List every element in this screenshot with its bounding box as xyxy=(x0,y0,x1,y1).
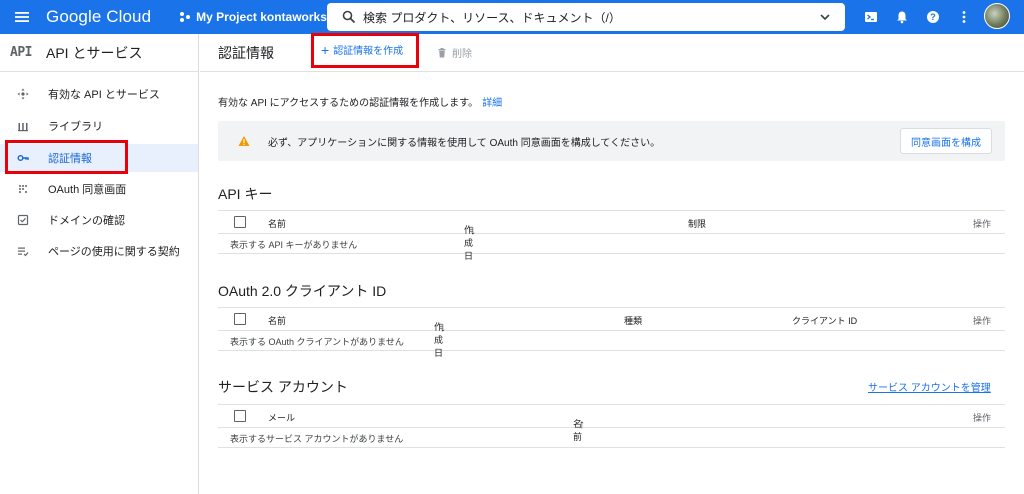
column-type[interactable]: 種類 xyxy=(624,314,642,327)
menu-icon[interactable] xyxy=(0,0,44,34)
delete-button[interactable]: 削除 xyxy=(437,45,472,60)
oauth-icon xyxy=(16,182,30,196)
sidebar-header: API API とサービス xyxy=(0,34,198,72)
arrow-down-icon: ↓ xyxy=(440,320,446,334)
highlight-box xyxy=(311,33,419,68)
project-name: My Project kontaworks xyxy=(196,10,327,24)
domain-check-icon xyxy=(16,213,30,227)
sidebar-item-label: ページの使用に関する契約 xyxy=(48,246,180,258)
main-content: 認証情報 + 認証情報を作成 削除 有効な API にアクセスするための認証情報… xyxy=(200,33,1024,494)
api-logo: API xyxy=(10,45,32,60)
manage-service-accounts-link[interactable]: サービス アカウントを管理 xyxy=(868,379,991,394)
search-bar[interactable]: 検索 プロダクト、リソース、ドキュメント（/） xyxy=(327,3,845,31)
column-actions: 操作 xyxy=(973,413,992,423)
column-restrictions[interactable]: 制限 xyxy=(688,217,706,230)
more-vert-icon[interactable] xyxy=(953,6,975,28)
project-dots-icon xyxy=(180,12,191,22)
warning-icon xyxy=(238,136,250,146)
empty-row: 表示する OAuth クライアントがありません xyxy=(218,331,1005,351)
delete-label: 削除 xyxy=(452,49,472,60)
highlight-box xyxy=(5,140,128,174)
services-icon xyxy=(16,87,30,101)
search-icon xyxy=(342,10,356,24)
project-selector[interactable]: My Project kontaworks xyxy=(179,10,345,24)
section-title-service-accounts: サービス アカウント xyxy=(218,379,348,395)
column-client-id[interactable]: クライアント ID xyxy=(792,314,857,327)
oauth-clients-table: 名前 作成日 ↓ 種類 クライアント ID 操作 表示する OAuth クライアン… xyxy=(218,307,1005,358)
avatar[interactable] xyxy=(984,3,1010,29)
column-actions: 操作 xyxy=(973,316,992,326)
table-header: 名前 作成日 ↓ 種類 クライアント ID 操作 xyxy=(218,307,1005,358)
column-name[interactable]: 名前 xyxy=(268,314,286,327)
empty-row: 表示する API キーがありません xyxy=(218,234,1005,254)
sidebar-item-label: OAuth 同意画面 xyxy=(48,184,127,196)
empty-row: 表示するサービス アカウントがありません xyxy=(218,428,1005,448)
section-title-oauth-clients: OAuth 2.0 クライアント ID xyxy=(218,283,387,299)
sidebar-item-enabled-apis[interactable]: 有効な API とサービス xyxy=(0,80,198,108)
sidebar-item-oauth-consent[interactable]: OAuth 同意画面 xyxy=(0,175,198,203)
select-all-checkbox[interactable] xyxy=(234,313,246,325)
agreement-icon xyxy=(16,244,30,258)
column-actions: 操作 xyxy=(973,219,992,229)
intro-text: 有効な API にアクセスするための認証情報を作成します。 詳細 xyxy=(218,94,502,109)
sidebar-item-library[interactable]: ライブラリ xyxy=(0,112,198,140)
arrow-down-icon: ↓ xyxy=(470,223,476,237)
chevron-down-icon[interactable] xyxy=(819,11,831,23)
sidebar-item-label: ライブラリ xyxy=(48,121,103,133)
arrow-up-icon: ↑ xyxy=(579,417,585,431)
help-icon[interactable]: ? xyxy=(922,6,944,28)
trash-icon xyxy=(438,47,446,57)
sidebar-item-domain-verification[interactable]: ドメインの確認 xyxy=(0,206,198,234)
configure-consent-button[interactable]: 同意画面を構成 xyxy=(900,128,992,154)
column-email[interactable]: メール xyxy=(268,411,295,424)
api-keys-table: 名前 作成日 ↓ 制限 操作 表示する API キーがありません xyxy=(218,210,1005,261)
page-title: 認証情報 xyxy=(218,44,274,61)
select-all-checkbox[interactable] xyxy=(234,410,246,422)
svg-text:?: ? xyxy=(930,12,936,22)
search-input[interactable]: 検索 プロダクト、リソース、ドキュメント（/） xyxy=(363,9,621,26)
terminal-icon[interactable] xyxy=(860,6,882,28)
sidebar-item-label: 有効な API とサービス xyxy=(48,89,160,101)
table-header: メール 名前 ↑ 操作 xyxy=(218,404,1005,442)
table-header: 名前 作成日 ↓ 制限 操作 xyxy=(218,210,1005,261)
sidebar: API API とサービス 有効な API とサービス ライブラリ 認証情報 O… xyxy=(0,34,199,494)
warning-banner: 必ず、アプリケーションに関する情報を使用して OAuth 同意画面を構成してくだ… xyxy=(218,121,1005,161)
sidebar-item-page-usage-agreements[interactable]: ページの使用に関する契約 xyxy=(0,237,198,265)
google-cloud-logo[interactable]: Google Cloud xyxy=(46,7,151,27)
library-icon xyxy=(16,119,30,133)
section-title-api-keys: API キー xyxy=(218,186,273,202)
column-name[interactable]: 名前 xyxy=(268,217,286,230)
intro-description: 有効な API にアクセスするための認証情報を作成します。 xyxy=(218,98,479,109)
top-app-bar: Google Cloud My Project kontaworks 検索 プロ… xyxy=(0,0,1024,34)
sidebar-title: API とサービス xyxy=(46,44,143,61)
select-all-checkbox[interactable] xyxy=(234,216,246,228)
sidebar-item-label: ドメインの確認 xyxy=(48,215,125,227)
service-accounts-table: メール 名前 ↑ 操作 表示するサービス アカウントがありません xyxy=(218,404,1005,448)
warning-text: 必ず、アプリケーションに関する情報を使用して OAuth 同意画面を構成してくだ… xyxy=(268,137,661,149)
bell-icon[interactable] xyxy=(891,6,913,28)
learn-more-link[interactable]: 詳細 xyxy=(482,98,502,109)
